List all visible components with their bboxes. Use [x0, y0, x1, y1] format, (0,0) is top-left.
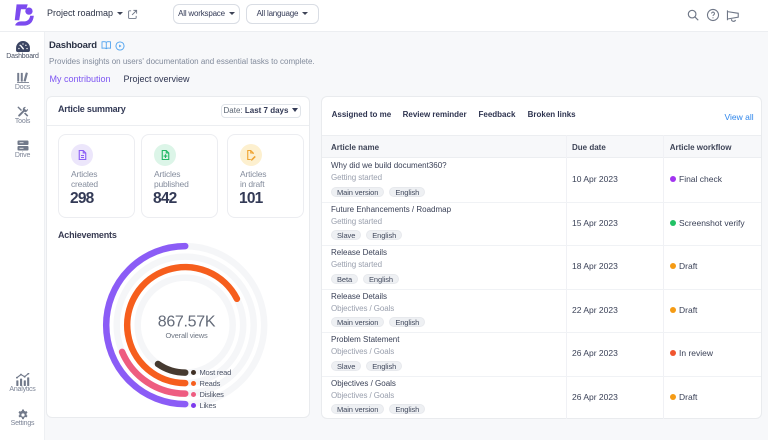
svg-text:Overall views: Overall views [166, 331, 208, 340]
svg-text:867.57K: 867.57K [158, 314, 216, 331]
